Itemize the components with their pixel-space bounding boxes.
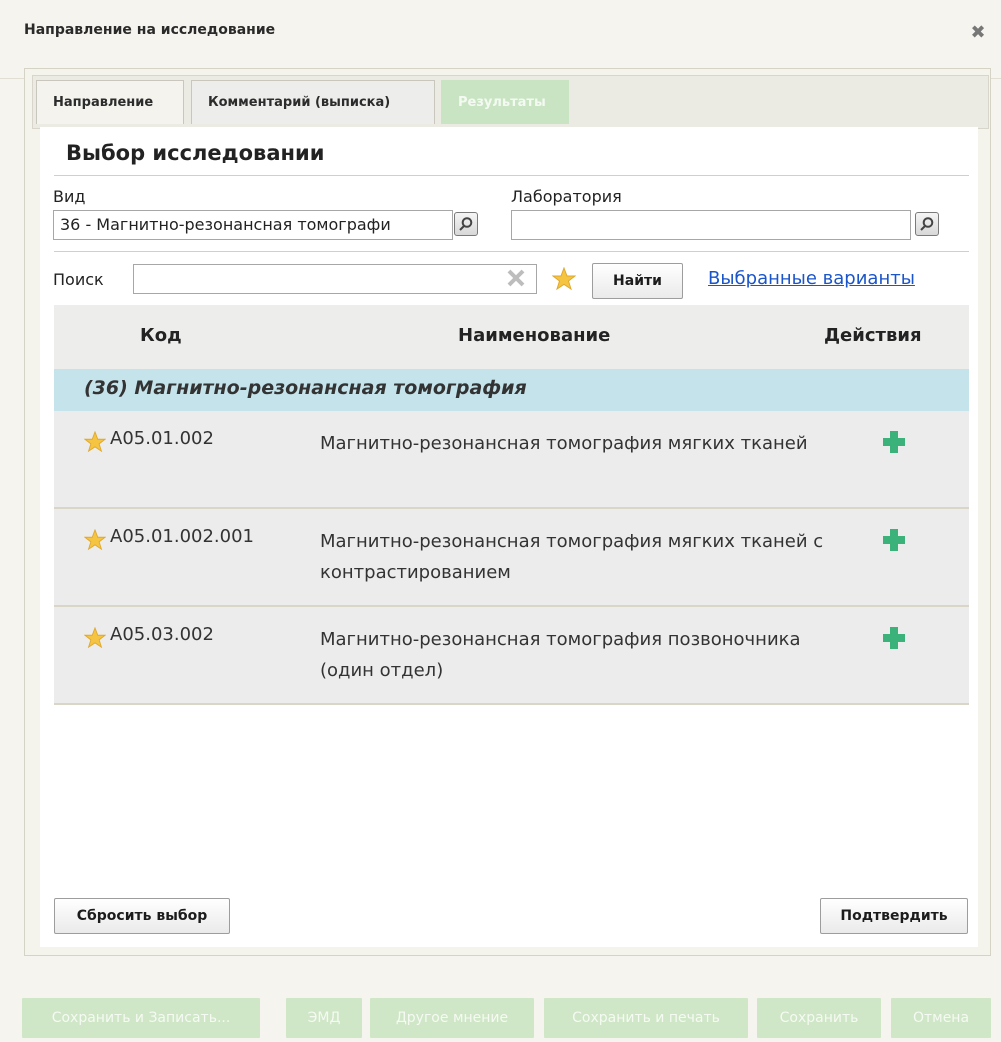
table-row: A05.01.002 Магнитно-резонансная томограф… [54, 411, 969, 509]
confirm-button[interactable]: Подтвердить [820, 898, 968, 934]
reset-selection-button[interactable]: Сбросить выбор [54, 898, 230, 934]
divider [54, 251, 969, 252]
tab-napravlenie[interactable]: Направление [36, 80, 184, 124]
tab-label: Результаты [458, 95, 546, 110]
row-code: A05.01.002 [110, 428, 214, 449]
search-label: Поиск [53, 270, 104, 289]
star-icon[interactable] [83, 528, 107, 555]
save-button[interactable]: Сохранить [757, 998, 881, 1038]
tab-label: Комментарий (выписка) [208, 95, 391, 110]
lab-search-button[interactable] [915, 212, 939, 236]
add-plus-icon[interactable] [883, 431, 905, 457]
save-and-print-button[interactable]: Сохранить и печать [544, 998, 748, 1038]
add-plus-icon[interactable] [883, 627, 905, 653]
add-plus-icon[interactable] [883, 529, 905, 555]
row-code: A05.03.002 [110, 624, 214, 645]
column-header-name: Наименование [458, 325, 611, 346]
row-code: A05.01.002.001 [110, 526, 254, 547]
dialog-title: Направление на исследование [24, 22, 276, 38]
lab-field[interactable] [511, 210, 911, 240]
vid-label: Вид [53, 187, 86, 206]
table-row: A05.01.002.001 Магнитно-резонансная томо… [54, 509, 969, 607]
row-name: Магнитно-резонансная томография мягких т… [320, 433, 808, 454]
column-header-actions: Действия [824, 325, 922, 346]
save-and-record-button[interactable]: Сохранить и Записать... [22, 998, 260, 1038]
selected-variants-link[interactable]: Выбранные варианты [708, 268, 915, 289]
section-title: Выбор исследовании [66, 141, 325, 165]
emd-button[interactable]: ЭМД [286, 998, 362, 1038]
search-icon [459, 217, 473, 231]
favorites-star-icon[interactable] [551, 266, 577, 291]
research-selection-panel: Выбор исследовании Вид 36 - Магнитно-рез… [40, 127, 978, 947]
find-button[interactable]: Найти [592, 263, 683, 299]
row-name: Магнитно-резонансная томография позвоноч… [320, 629, 801, 681]
table-row: A05.03.002 Магнитно-резонансная томограф… [54, 607, 969, 705]
clear-icon[interactable] [506, 268, 526, 288]
lab-label: Лаборатория [511, 187, 622, 206]
tab-strip: Направление Комментарий (выписка) Резуль… [32, 75, 989, 129]
table-header: Код Наименование Действия [54, 305, 969, 370]
divider [54, 175, 969, 176]
column-header-code: Код [140, 325, 182, 346]
other-opinion-button[interactable]: Другое мнение [370, 998, 534, 1038]
group-row: (36) Магнитно-резонансная томография [54, 369, 969, 411]
vid-field[interactable]: 36 - Магнитно-резонансная томографи [53, 210, 453, 240]
row-name: Магнитно-резонансная томография мягких т… [320, 531, 824, 583]
star-icon[interactable] [83, 430, 107, 457]
vid-search-button[interactable] [454, 212, 478, 236]
footer-bar: Сохранить и Записать... ЭМД Другое мнени… [0, 996, 1001, 1042]
cancel-button[interactable]: Отмена [891, 998, 991, 1038]
star-icon[interactable] [83, 626, 107, 653]
close-icon[interactable]: ✖ [969, 24, 987, 42]
search-icon [920, 217, 934, 231]
tab-label: Направление [53, 95, 154, 110]
search-input[interactable] [133, 264, 537, 294]
group-title: (36) Магнитно-резонансная томография [84, 377, 527, 399]
tab-results[interactable]: Результаты [441, 80, 569, 124]
tab-comment[interactable]: Комментарий (выписка) [191, 80, 435, 124]
